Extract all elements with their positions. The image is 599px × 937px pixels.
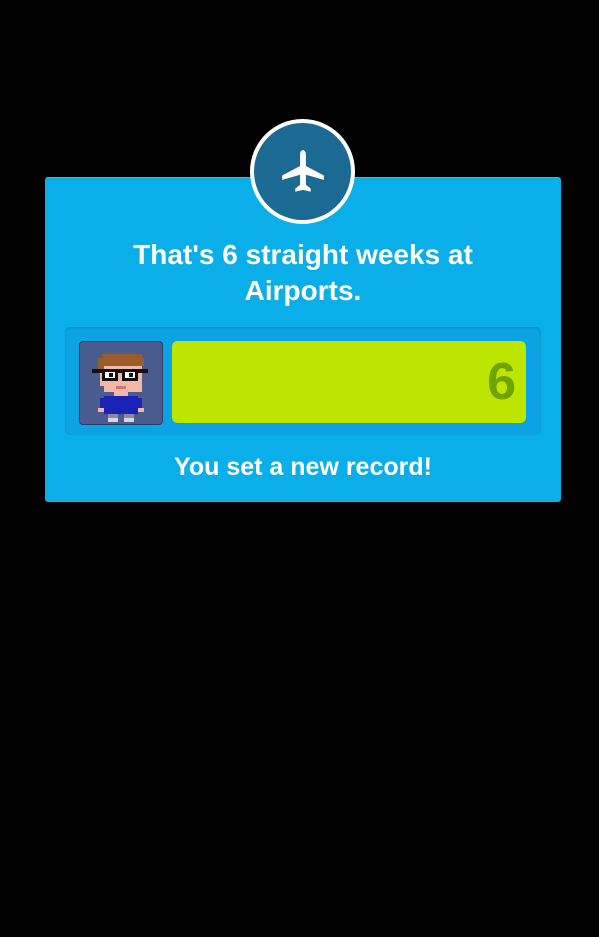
streak-progress-fill — [172, 341, 526, 423]
airplane-icon — [281, 149, 324, 192]
streak-headline: That's 6 straight weeks at Airports. — [45, 237, 561, 309]
screen: That's 6 straight weeks at Airports. 6 Y… — [0, 0, 599, 937]
streak-card: That's 6 straight weeks at Airports. 6 Y… — [45, 177, 561, 502]
headline-line-2: Airports. — [244, 275, 362, 306]
category-badge — [250, 119, 355, 224]
new-record-message: You set a new record! — [174, 453, 432, 481]
streak-progress-bar: 6 — [172, 341, 526, 423]
streak-progress-row: 6 — [65, 327, 541, 435]
category-badge-inner — [254, 123, 351, 220]
headline-line-1: That's 6 straight weeks at — [133, 239, 473, 270]
streak-count: 6 — [487, 353, 516, 411]
pixel-avatar-icon — [79, 341, 163, 425]
